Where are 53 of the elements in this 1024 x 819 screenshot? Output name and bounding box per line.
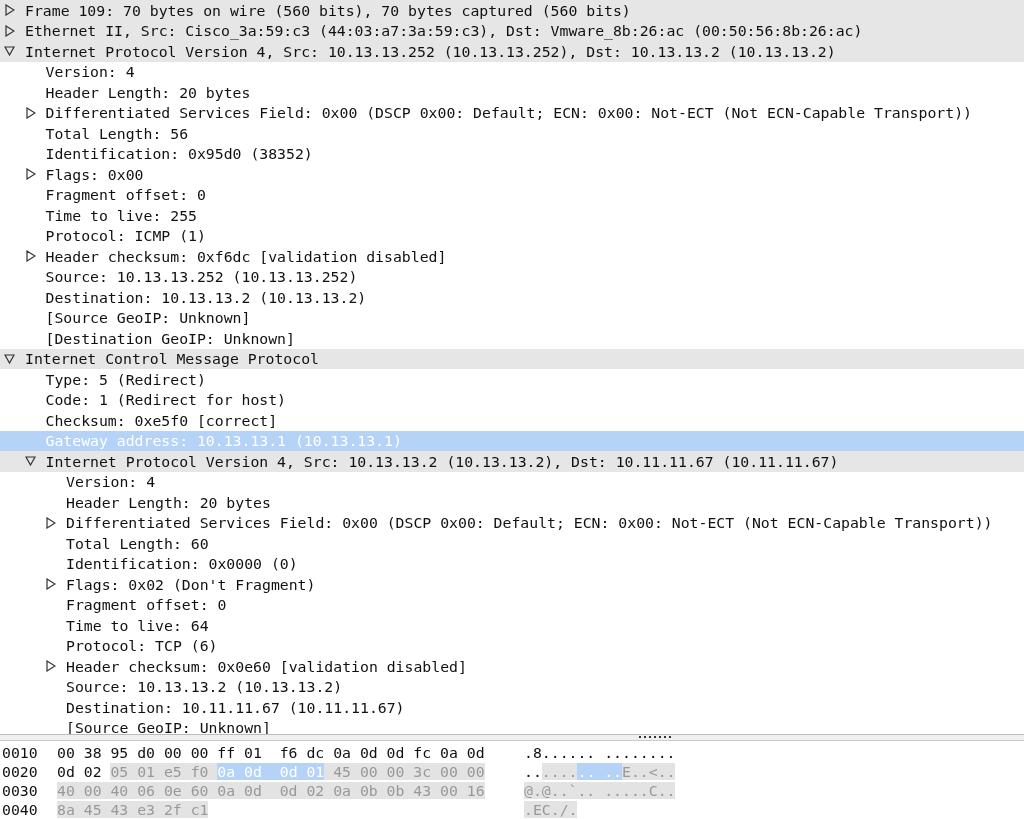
hex-bytes[interactable]: 0d 02 (57, 763, 111, 780)
tree-item[interactable]: Total Length: 56 (0, 123, 1024, 144)
tree-item[interactable]: Header checksum: 0xf6dc [validation disabled] (0, 246, 1024, 267)
tree-item[interactable]: Ethernet II, Src: Cisco_3a:59:c3 (44:03:a7:3a:59:c3), Dst: Vmware_8b:26:ac (00:50:56:8b:26:ac) (0, 20, 1024, 41)
ascii-text[interactable]: .8...... ........ (524, 744, 676, 761)
collapse-triangle-icon[interactable] (4, 352, 15, 365)
hex-offset: 0030 (1, 782, 39, 799)
hex-offset: 0010 (1, 744, 39, 761)
tree-item[interactable]: Internet Protocol Version 4, Src: 10.13.13.2 (10.13.13.2), Dst: 10.11.11.67 (10.11.11.67) (0, 451, 1024, 472)
hex-bytes[interactable]: 00 38 95 d0 00 00 ff 01 f6 dc 0a 0d 0d fc 0a 0d (57, 744, 485, 761)
expand-triangle-icon[interactable] (4, 24, 15, 37)
tree-item[interactable]: Flags: 0x02 (Don't Fragment) (0, 574, 1024, 595)
tree-item[interactable]: Type: 5 (Redirect) (0, 369, 1024, 390)
expand-triangle-icon[interactable] (24, 168, 36, 181)
tree-item[interactable]: Flags: 0x00 (0, 164, 1024, 185)
tree-item[interactable]: Internet Protocol Version 4, Src: 10.13.13.252 (10.13.13.252), Dst: 10.13.13.2 (10.13.13.2) (0, 41, 1024, 62)
tree-item[interactable]: Differentiated Services Field: 0x00 (DSCP 0x00: Default; ECN: 0x00: Not-ECT (Not ECN-Capable Transport)) (0, 102, 1024, 123)
tree-item[interactable]: [Source GeoIP: Unknown] (0, 307, 1024, 328)
hex-offset: 0040 (1, 801, 39, 818)
collapse-triangle-icon[interactable] (24, 455, 36, 468)
tree-item[interactable]: Fragment offset: 0 (0, 594, 1024, 615)
tree-item[interactable]: [Destination GeoIP: Unknown] (0, 328, 1024, 349)
tree-item[interactable]: Destination: 10.11.11.67 (10.11.11.67) (0, 697, 1024, 718)
expand-triangle-icon[interactable] (24, 250, 36, 263)
tree-item[interactable]: Frame 109: 70 bytes on wire (560 bits), 70 bytes captured (560 bits) (0, 0, 1024, 21)
expand-triangle-icon[interactable] (45, 516, 56, 529)
expand-triangle-icon[interactable] (45, 660, 56, 673)
expand-triangle-icon[interactable] (4, 4, 15, 17)
tree-item[interactable]: Internet Control Message Protocol (0, 348, 1024, 369)
tree-item[interactable]: Header Length: 20 bytes (0, 82, 1024, 103)
tree-item[interactable]: Differentiated Services Field: 0x00 (DSCP 0x00: Default; ECN: 0x00: Not-ECT (Not ECN-Capable Transport)) (0, 512, 1024, 533)
ascii-text[interactable]: .. (524, 763, 542, 780)
collapse-triangle-icon[interactable] (4, 45, 15, 58)
tree-item[interactable]: Protocol: TCP (6) (0, 635, 1024, 656)
tree-item[interactable]: Identification: 0x0000 (0) (0, 553, 1024, 574)
tree-item[interactable]: Version: 4 (0, 471, 1024, 492)
expand-triangle-icon[interactable] (24, 106, 36, 119)
tree-item[interactable]: Fragment offset: 0 (0, 184, 1024, 205)
tree-item[interactable]: Source: 10.13.13.252 (10.13.13.252) (0, 266, 1024, 287)
tree-item[interactable]: Time to live: 255 (0, 205, 1024, 226)
tree-item[interactable]: Version: 4 (0, 61, 1024, 82)
tree-item[interactable]: Destination: 10.13.13.2 (10.13.13.2) (0, 287, 1024, 308)
expand-triangle-icon[interactable] (45, 578, 56, 591)
tree-item[interactable]: Identification: 0x95d0 (38352) (0, 143, 1024, 164)
tree-item[interactable]: Header checksum: 0x0e60 [validation disabled] (0, 656, 1024, 677)
tree-item[interactable]: Checksum: 0xe5f0 [correct] (0, 410, 1024, 431)
tree-item[interactable]: Total Length: 60 (0, 533, 1024, 554)
tree-item[interactable]: Code: 1 (Redirect for host) (0, 389, 1024, 410)
tree-item[interactable]: Source: 10.13.13.2 (10.13.13.2) (0, 676, 1024, 697)
tree-item[interactable]: Header Length: 20 bytes (0, 492, 1024, 513)
tree-item[interactable]: Time to live: 64 (0, 615, 1024, 636)
tree-item[interactable]: Protocol: ICMP (1) (0, 225, 1024, 246)
hex-offset: 0020 (1, 763, 39, 780)
